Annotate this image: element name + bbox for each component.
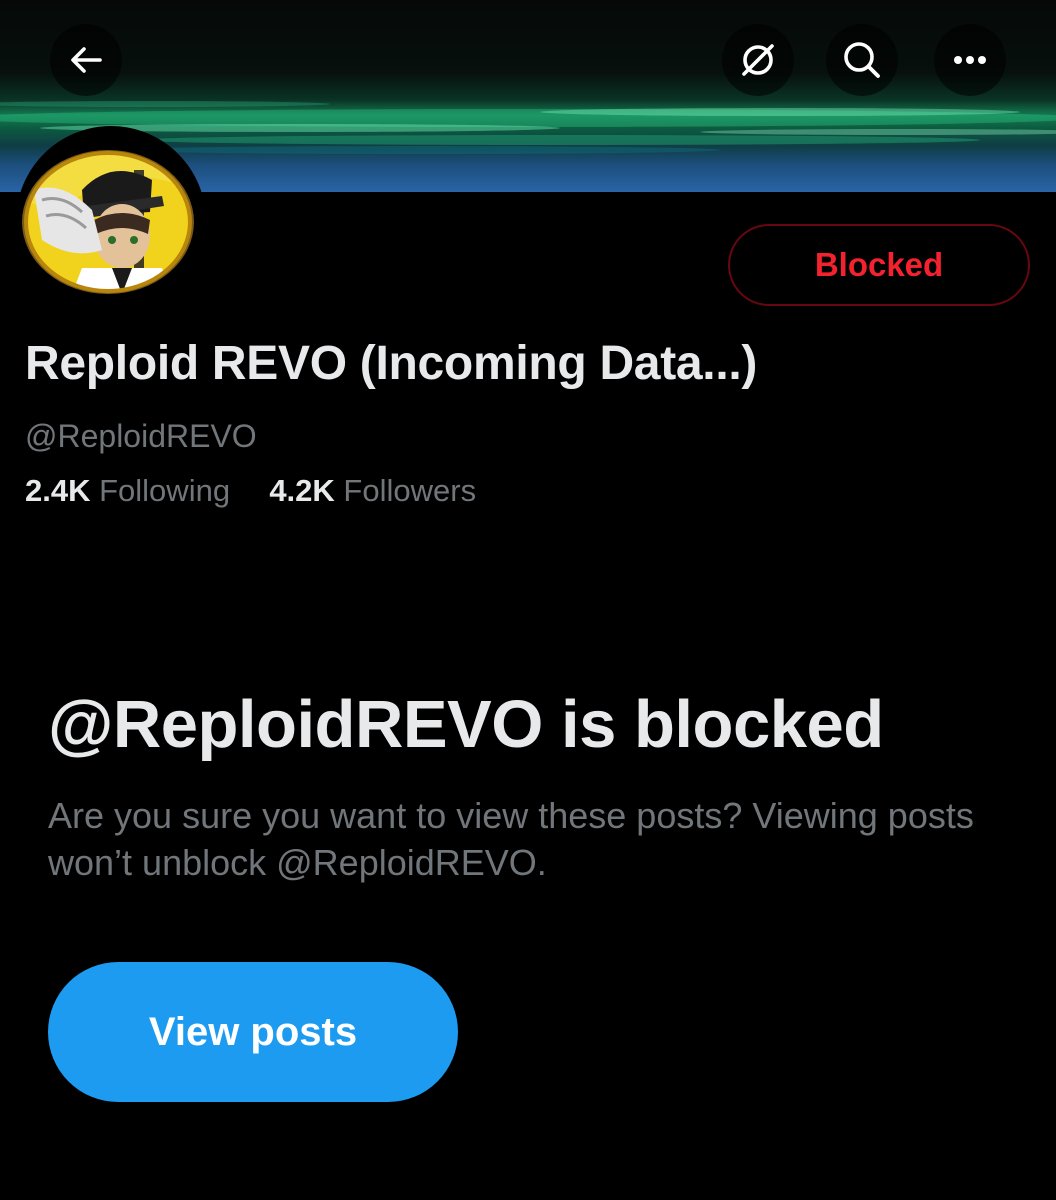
view-posts-button[interactable]: View posts — [48, 962, 458, 1102]
following-count: 2.4K — [25, 473, 91, 508]
grok-button[interactable] — [722, 24, 794, 96]
profile-stats: 2.4K Following 4.2K Followers — [25, 473, 476, 509]
avatar[interactable] — [22, 150, 194, 294]
more-options-button[interactable] — [934, 24, 1006, 96]
grok-icon — [742, 44, 774, 76]
back-button[interactable] — [50, 24, 122, 96]
search-icon — [844, 42, 880, 78]
view-posts-label: View posts — [148, 1009, 358, 1054]
followers-link[interactable]: 4.2K Followers — [269, 473, 476, 508]
profile-display-name: Reploid REVO (Incoming Data...) — [25, 337, 758, 390]
more-horizontal-icon — [954, 56, 986, 64]
following-link[interactable]: 2.4K Following — [25, 473, 239, 508]
arrow-left-icon — [71, 47, 102, 73]
search-button[interactable] — [826, 24, 898, 96]
following-label: Following — [99, 473, 231, 508]
profile-handle: @ReploidREVO — [25, 418, 257, 454]
blocked-notice-title: @ReploidREVO is blocked — [48, 687, 884, 762]
blocked-button[interactable]: Blocked — [728, 224, 1030, 306]
followers-label: Followers — [343, 473, 477, 508]
blocked-notice-description: Are you sure you want to view these post… — [48, 795, 974, 883]
blocked-button-label: Blocked — [814, 246, 944, 283]
followers-count: 4.2K — [269, 473, 335, 508]
